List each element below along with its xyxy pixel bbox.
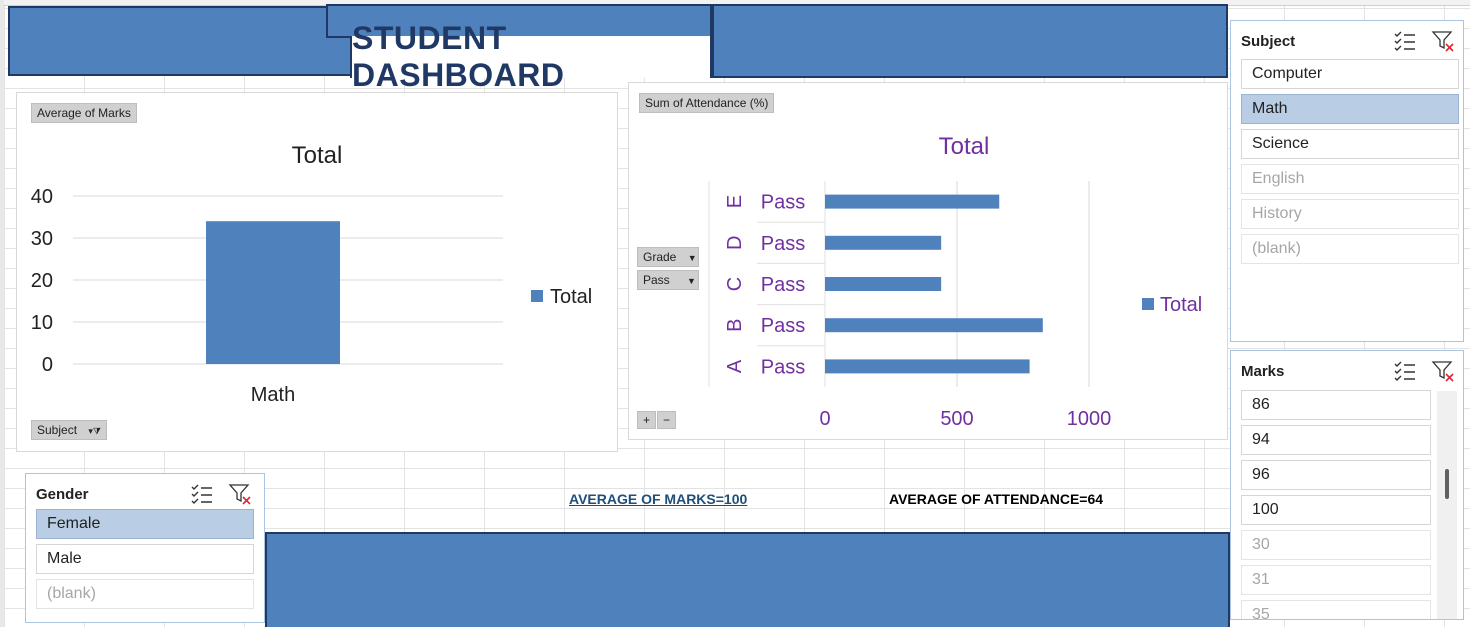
slicer-item[interactable]: 31 xyxy=(1241,565,1431,595)
legend-label: Total xyxy=(550,286,592,308)
attendance-chart-panel[interactable]: Sum of Attendance (%) Grade ▼ Pass ▼ + −… xyxy=(628,82,1228,440)
grade-label: C xyxy=(724,277,746,291)
grade-label: E xyxy=(724,195,746,208)
slicer-item[interactable]: Science xyxy=(1241,129,1459,159)
legend-swatch xyxy=(1142,298,1154,310)
slicer-item[interactable]: Math xyxy=(1241,94,1459,124)
multi-select-icon[interactable] xyxy=(190,482,214,506)
y-tick-label: 10 xyxy=(31,312,53,334)
grade-label: D xyxy=(724,236,746,250)
clear-filter-icon[interactable] xyxy=(1431,29,1455,53)
slicer-item[interactable]: 86 xyxy=(1241,390,1431,420)
pass-label: Pass xyxy=(761,315,805,337)
banner-right-shape xyxy=(712,4,1228,78)
bar-grade-E xyxy=(825,194,1000,209)
slicer-item[interactable]: (blank) xyxy=(1241,234,1459,264)
slicer-item[interactable]: (blank) xyxy=(36,579,254,609)
multi-select-icon[interactable] xyxy=(1393,29,1417,53)
bar-grade-A xyxy=(825,359,1030,374)
y-tick-label: 20 xyxy=(31,270,53,292)
x-tick-label: 500 xyxy=(940,408,973,430)
chart-title: Total xyxy=(292,142,343,169)
x-tick-label: 1000 xyxy=(1067,408,1112,430)
legend-label: Total xyxy=(1160,294,1202,316)
banner-left-shape xyxy=(8,6,352,76)
x-tick-label: Math xyxy=(251,384,295,406)
attendance-bar-chart: Total 0 500 1000 E Pass D Pass C Pass B Pass A Pass To… xyxy=(708,133,1202,430)
grade-label: B xyxy=(724,319,746,332)
pass-label: Pass xyxy=(761,274,805,296)
marks-slicer[interactable]: Marks 86 94 96 100 30 31 35 xyxy=(1230,350,1464,620)
pass-label: Pass xyxy=(761,192,805,214)
marks-chart-panel[interactable]: Average of Marks Subject ▾⧩ Total 0 10 20 30… xyxy=(16,92,618,452)
slicer-item[interactable]: 30 xyxy=(1241,530,1431,560)
marks-bar-chart: Total 0 10 20 30 40 Math Total xyxy=(31,142,593,406)
y-tick-label: 0 xyxy=(42,354,53,376)
slicer-title: Subject xyxy=(1241,33,1296,50)
bar-grade-B xyxy=(825,318,1043,333)
slicer-title: Gender xyxy=(36,486,89,503)
average-marks-kpi[interactable]: AVERAGE OF MARKS=100 xyxy=(569,491,747,507)
bar-grade-C xyxy=(825,277,942,291)
slicer-item[interactable]: 100 xyxy=(1241,495,1431,525)
x-tick-label: 0 xyxy=(819,408,830,430)
slicer-item[interactable]: 35 xyxy=(1241,600,1431,619)
row-header-strip xyxy=(0,0,4,627)
clear-filter-icon[interactable] xyxy=(1431,359,1455,383)
y-tick-label: 30 xyxy=(31,228,53,250)
subject-slicer[interactable]: Subject Computer Math Science English Histor… xyxy=(1230,20,1464,342)
banner-bottom-shape xyxy=(265,532,1230,627)
slicer-item[interactable]: 96 xyxy=(1241,460,1431,490)
bar-grade-D xyxy=(825,235,942,250)
marks-slicer-scrollbar[interactable] xyxy=(1437,391,1457,619)
clear-filter-icon[interactable] xyxy=(228,482,252,506)
bar-math xyxy=(206,221,340,364)
slicer-item[interactable]: Male xyxy=(36,544,254,574)
gender-slicer[interactable]: Gender Female Male (blank) xyxy=(25,473,265,623)
pass-label: Pass xyxy=(761,233,805,255)
slicer-item[interactable]: Female xyxy=(36,509,254,539)
y-tick-label: 40 xyxy=(31,186,53,208)
chart-title: Total xyxy=(939,133,990,160)
slicer-item[interactable]: 94 xyxy=(1241,425,1431,455)
average-attendance-kpi: AVERAGE OF ATTENDANCE=64 xyxy=(889,491,1104,507)
slicer-item[interactable]: Computer xyxy=(1241,59,1459,89)
pass-label: Pass xyxy=(761,356,805,378)
dashboard-title: STUDENT DASHBOARD xyxy=(350,20,712,93)
grade-label: A xyxy=(724,359,746,373)
slicer-item[interactable]: History xyxy=(1241,199,1459,229)
slicer-item[interactable]: English xyxy=(1241,164,1459,194)
marks-slicer-scroll-thumb[interactable] xyxy=(1445,469,1449,499)
multi-select-icon[interactable] xyxy=(1393,359,1417,383)
slicer-title: Marks xyxy=(1241,363,1285,380)
legend-swatch xyxy=(531,290,543,302)
